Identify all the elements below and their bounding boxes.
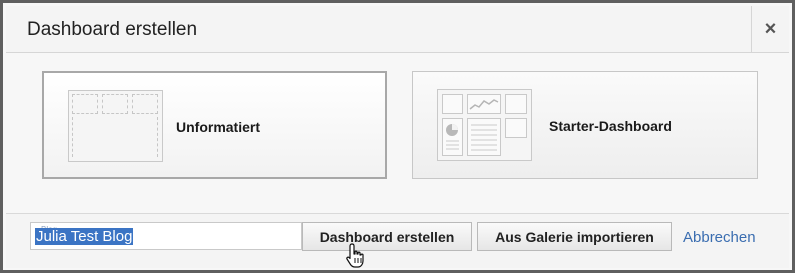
hand-pointer-icon xyxy=(346,243,364,268)
cancel-link[interactable]: Abbrechen xyxy=(683,229,756,246)
create-dashboard-button[interactable]: Dashboard erstellen xyxy=(302,222,472,251)
dialog-header: Dashboard erstellen × xyxy=(6,6,789,53)
create-dashboard-dialog: Dashboard erstellen × Unformatiert Start… xyxy=(0,0,795,273)
option-starter-card[interactable]: Starter-Dashboard xyxy=(412,71,758,179)
close-icon: × xyxy=(764,17,777,40)
starter-layout-icon xyxy=(437,89,532,161)
import-from-gallery-button[interactable]: Aus Galerie importieren xyxy=(477,222,672,251)
close-button[interactable]: × xyxy=(751,6,789,52)
dialog-title: Dashboard erstellen xyxy=(27,19,198,40)
name-input-value: Julia Test Blog xyxy=(35,228,134,245)
option-starter-label: Starter-Dashboard xyxy=(549,118,672,134)
option-blank-label: Unformatiert xyxy=(176,119,261,135)
blank-layout-icon xyxy=(68,90,163,162)
dialog-footer: Blog Julia Test Blog Dashboard erstellen… xyxy=(6,213,789,268)
dashboard-name-input[interactable]: Blog Julia Test Blog xyxy=(30,222,302,250)
dashboard-type-options: Unformatiert Starter-Dashboard xyxy=(6,53,789,213)
option-blank-card[interactable]: Unformatiert xyxy=(42,71,387,179)
